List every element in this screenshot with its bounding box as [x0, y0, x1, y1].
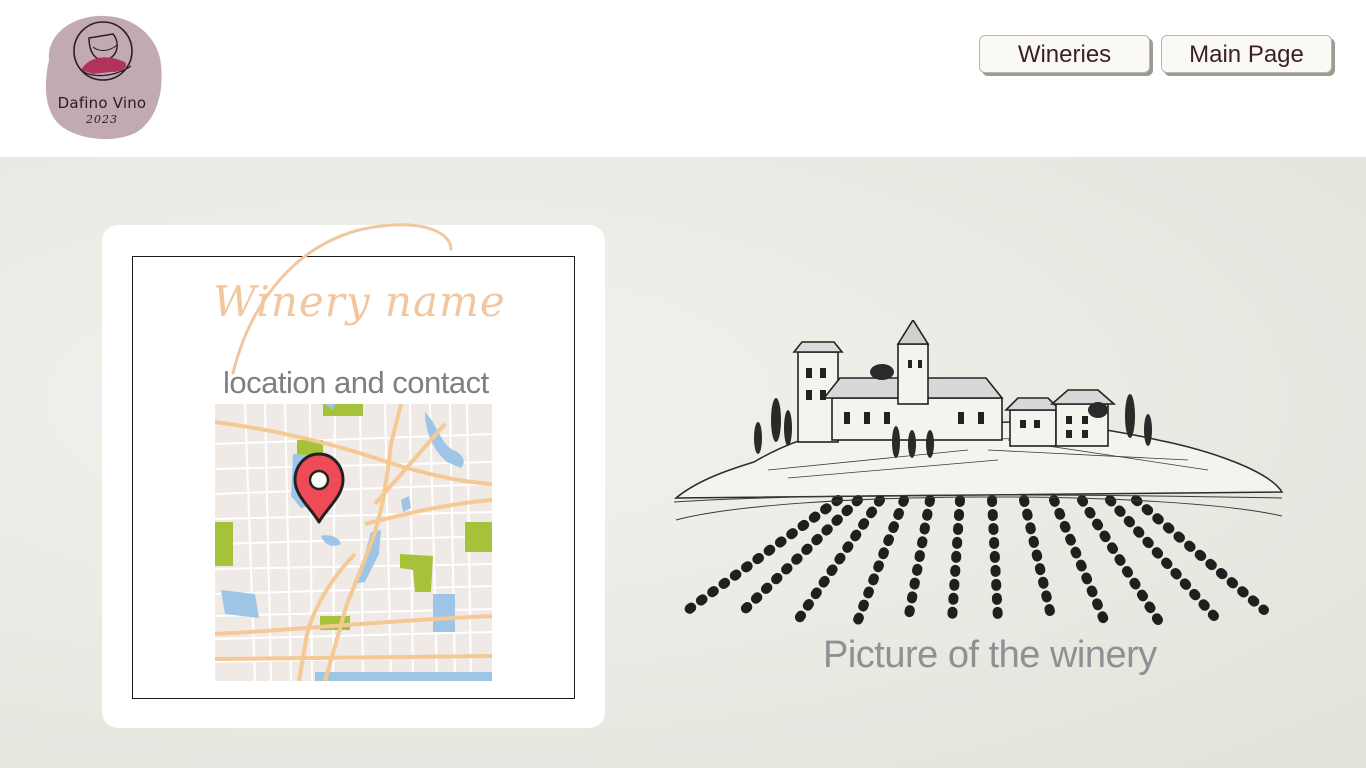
- winery-illustration: [673, 320, 1284, 625]
- winery-picture-caption: Picture of the winery: [823, 634, 1157, 676]
- brand-name: Dafino Vino: [57, 94, 147, 112]
- winery-name: Winery name: [213, 277, 506, 326]
- location-map[interactable]: [215, 404, 492, 681]
- winery-frame: Winery name location and contact: [132, 223, 575, 699]
- location-contact: location and contact: [223, 365, 489, 400]
- header: Dafino Vino 2023 Wineries Main Page: [0, 0, 1366, 157]
- winery-card: Winery name location and contact: [102, 223, 605, 728]
- main-content: Winery name location and contact Picture…: [0, 157, 1366, 768]
- logo[interactable]: Dafino Vino 2023: [41, 14, 163, 140]
- brand-year: 2023: [86, 113, 118, 126]
- main-page-button[interactable]: Main Page: [1161, 35, 1332, 73]
- wineries-button[interactable]: Wineries: [979, 35, 1150, 73]
